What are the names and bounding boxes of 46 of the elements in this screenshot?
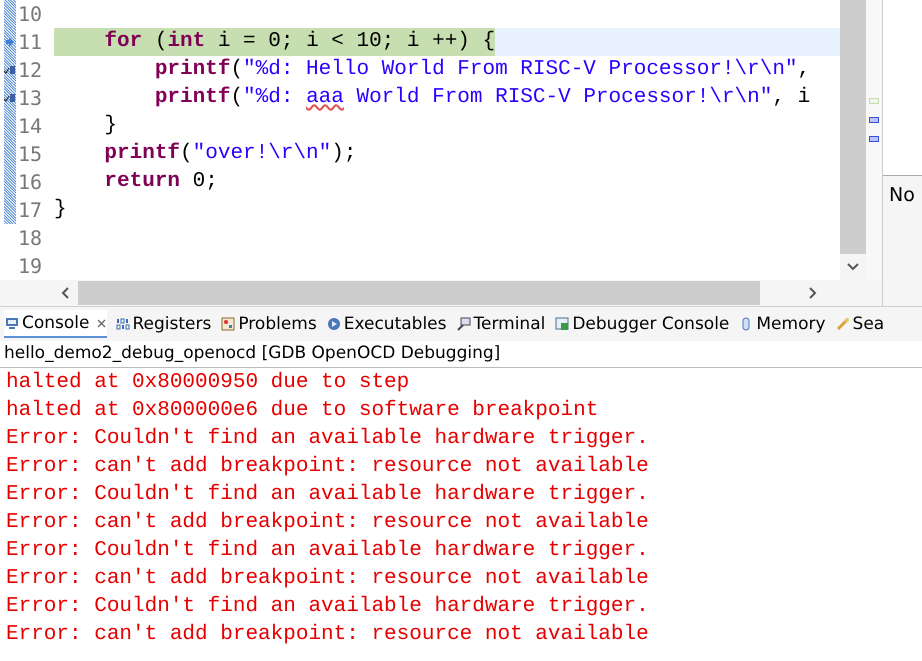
scrollbar-thumb[interactable] xyxy=(78,281,760,305)
line-number: 12 xyxy=(17,58,42,82)
line-number: 15 xyxy=(17,142,42,166)
window-icon xyxy=(555,317,570,331)
overview-marker[interactable] xyxy=(869,136,879,142)
binary-digits-icon xyxy=(116,317,130,331)
clipboard-icon xyxy=(221,317,236,331)
code-line: printf("%d: aaa World From RISC-V Processor!\r\n", i xyxy=(154,85,810,111)
console-line: halted at 0x800000e6 due to software breakpoint xyxy=(6,398,600,424)
line-number: 18 xyxy=(17,226,42,250)
view-tab[interactable]: Executables xyxy=(326,311,448,337)
view-tab[interactable]: Terminal xyxy=(456,311,546,337)
line-number: 17 xyxy=(17,198,42,222)
console-line: Error: Couldn't find an available hardware trigger. xyxy=(6,538,650,564)
panel-text: No xyxy=(889,184,915,206)
play-icon xyxy=(326,317,341,331)
line-number: 19 xyxy=(17,254,42,278)
view-tab[interactable]: Registers xyxy=(114,311,212,337)
console-line: halted at 0x80000950 due to step xyxy=(6,370,410,396)
close-icon[interactable] xyxy=(96,318,106,328)
console-line: Error: can't add breakpoint: resource not available xyxy=(6,510,650,536)
line-number: 10 xyxy=(17,2,42,26)
console-line: Error: Couldn't find an available hardware trigger. xyxy=(6,426,650,452)
line-number: 16 xyxy=(17,170,42,194)
console-line: Error: Couldn't find an available hardware trigger. xyxy=(6,482,650,508)
view-tab[interactable]: Memory xyxy=(738,311,827,337)
console-line: Error: Couldn't find an available hardware trigger. xyxy=(6,594,650,620)
monitor-icon xyxy=(5,316,19,330)
view-tab[interactable]: Sea xyxy=(834,311,886,337)
code-line: } xyxy=(103,113,118,139)
line-number: 11 xyxy=(17,30,42,54)
view-tab[interactable]: Problems xyxy=(220,311,318,337)
code-line: } xyxy=(54,197,67,223)
console-line: Error: can't add breakpoint: resource not available xyxy=(6,454,650,480)
console-line: Error: can't add breakpoint: resource not available xyxy=(6,622,650,648)
code-line: printf("over!\r\n"); xyxy=(103,141,356,167)
view-tab[interactable]: Debugger Console xyxy=(554,311,730,337)
line-number: 14 xyxy=(17,114,42,138)
scrollbar-thumb[interactable] xyxy=(840,0,866,254)
code-editor[interactable]: for (int i = 0; i < 10; i ++) { printf("%d: Hello World From RISC-V Processor!\r\n", printf("%d: aaa World From RISC-V Processor!\r\n", i } printf("over!\r\n"); return 0; } xyxy=(54,0,840,280)
line-number: 13 xyxy=(17,86,42,110)
code-line: printf("%d: Hello World From RISC-V Processor!\r\n", xyxy=(154,57,810,83)
view-tab[interactable]: Console xyxy=(4,310,106,338)
overview-marker[interactable] xyxy=(869,117,879,123)
console-line: Error: can't add breakpoint: resource not available xyxy=(6,566,650,592)
code-line: return 0; xyxy=(103,169,218,195)
